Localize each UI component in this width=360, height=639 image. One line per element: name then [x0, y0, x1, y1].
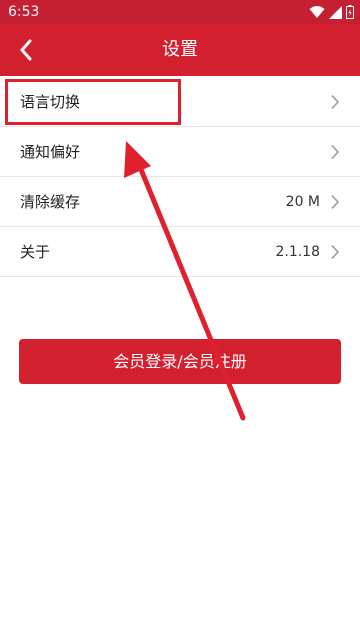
app-bar: 设置: [0, 24, 360, 76]
notification-preferences-item[interactable]: 通知偏好: [0, 127, 360, 177]
about-label: 关于: [20, 243, 51, 261]
battery-icon: [346, 5, 354, 19]
chevron-left-icon: [20, 39, 32, 61]
login-register-button[interactable]: 会员登录/会员注册: [19, 339, 341, 384]
version-value: 2.1.18: [275, 244, 320, 260]
highlight-annotation: [5, 79, 181, 125]
clear-cache-label: 清除缓存: [20, 193, 81, 211]
status-time: 6:53: [8, 4, 40, 20]
settings-screen: 6:53 设置 语言切换 通知偏好 清除缓存 20 M 关于 2.1.18 会员…: [0, 0, 360, 639]
wifi-icon: [309, 6, 325, 18]
chevron-right-icon: [331, 144, 340, 160]
clear-cache-item[interactable]: 清除缓存 20 M: [0, 177, 360, 227]
signal-icon: [329, 5, 342, 19]
chevron-right-icon: [331, 244, 340, 260]
status-bar: 6:53: [0, 0, 360, 24]
back-button[interactable]: [10, 34, 42, 66]
page-title: 设置: [162, 39, 198, 60]
notification-preferences-label: 通知偏好: [20, 143, 81, 161]
status-icons: [309, 4, 354, 20]
cache-size-value: 20 M: [285, 194, 320, 210]
chevron-right-icon: [331, 194, 340, 210]
chevron-right-icon: [331, 94, 340, 110]
about-item[interactable]: 关于 2.1.18: [0, 227, 360, 277]
